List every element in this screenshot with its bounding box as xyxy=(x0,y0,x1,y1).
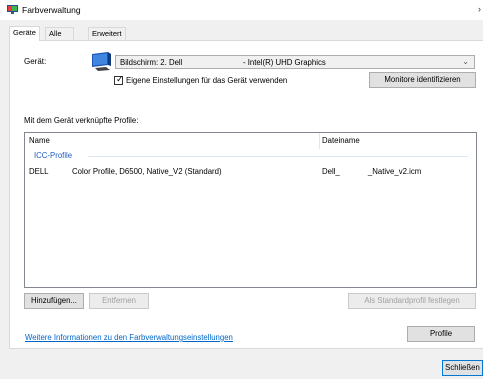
close-icon[interactable]: › xyxy=(478,4,481,14)
group-divider xyxy=(88,156,468,157)
profile-filename-cell[interactable]: Dell_ _Native_v2.icm xyxy=(322,167,421,176)
tab-all-profiles[interactable]: Alle Profile xyxy=(45,27,75,50)
group-header-icc: ICC-Profile xyxy=(34,151,73,160)
tab-devices[interactable]: Geräte xyxy=(9,26,40,41)
device-label: Gerät: xyxy=(24,57,47,66)
identify-monitors-button[interactable]: Monitore identifizieren xyxy=(369,72,476,88)
profiles-list[interactable]: Name Dateiname ICC-Profile DELL Color Pr… xyxy=(24,132,477,288)
selected-device: Bildschirm: 2. Dell xyxy=(120,58,183,67)
close-button[interactable]: Schließen xyxy=(442,360,483,376)
set-default-button[interactable]: Als Standardprofil festlegen xyxy=(348,293,476,309)
title-bar: Farbverwaltung › xyxy=(0,0,483,20)
column-separator xyxy=(319,133,320,149)
device-dropdown[interactable]: Bildschirm: 2. Dell - Intel(R) UHD Graph… xyxy=(115,55,475,69)
column-header-name[interactable]: Name xyxy=(29,136,50,145)
tab-advanced[interactable]: Erweitert xyxy=(88,27,126,40)
add-button[interactable]: Hinzufügen... xyxy=(24,293,84,309)
profile-name-cell[interactable]: DELL Color Profile, D6500, Native_V2 (St… xyxy=(29,167,222,176)
info-link[interactable]: Weitere Informationen zu den Farbverwalt… xyxy=(25,333,233,342)
devices-panel: Gerät: Bildschirm: 2. Dell - Intel(R) UH… xyxy=(9,40,483,349)
window-title: Farbverwaltung xyxy=(22,5,81,15)
custom-settings-label: Eigene Einstellungen für das Gerät verwe… xyxy=(126,76,288,85)
custom-settings-checkbox[interactable]: ✓ xyxy=(114,74,124,85)
color-management-icon xyxy=(7,5,18,14)
monitor-icon xyxy=(92,52,111,71)
column-header-filename[interactable]: Dateiname xyxy=(322,136,360,145)
profile-button[interactable]: Profile xyxy=(407,326,475,342)
selected-adapter: - Intel(R) UHD Graphics xyxy=(243,58,326,67)
checkmark-icon: ✓ xyxy=(116,74,124,84)
remove-button[interactable]: Entfernen xyxy=(89,293,149,309)
profiles-section-label: Mit dem Gerät verknüpfte Profile: xyxy=(24,116,139,125)
chevron-down-icon: ⌄ xyxy=(462,57,469,66)
